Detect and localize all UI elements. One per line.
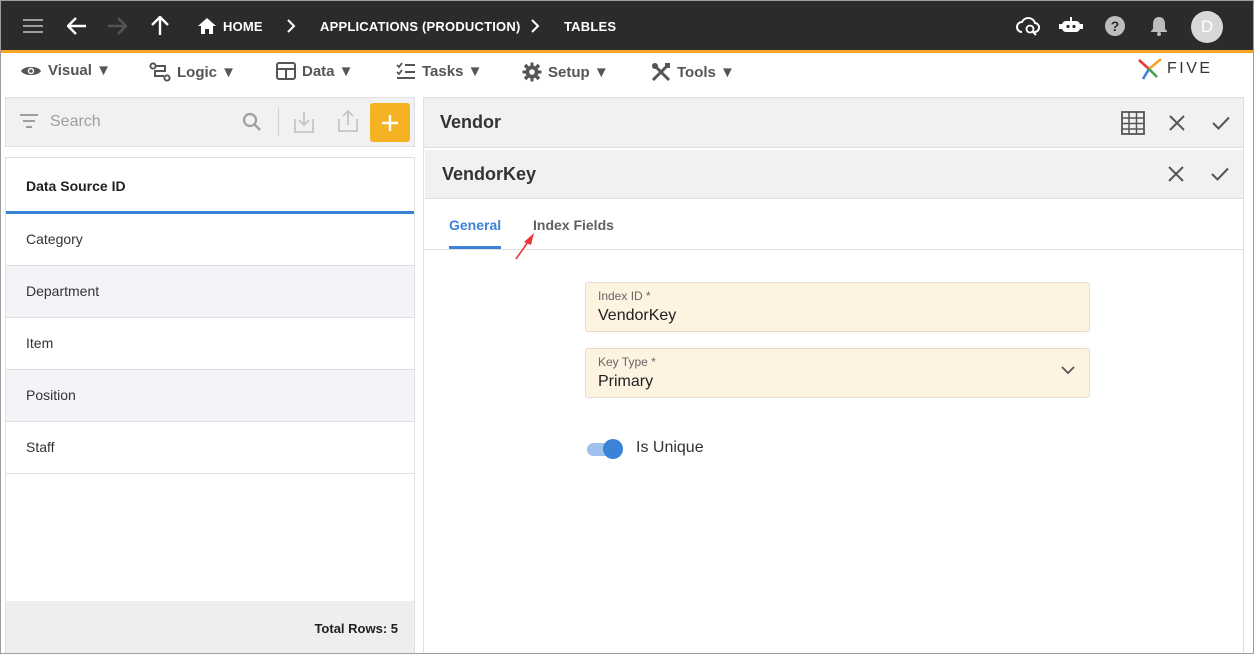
menu-logic-label: Logic ▼ xyxy=(177,63,237,81)
active-tab-indicator xyxy=(449,246,501,249)
menu-setup-label: Setup ▼ xyxy=(548,63,609,81)
svg-text:?: ? xyxy=(1111,18,1120,34)
list-item-label: Position xyxy=(26,387,76,403)
menu-visual-label: Visual ▼ xyxy=(48,62,111,79)
record-tabs: General Index Fields xyxy=(424,200,1243,260)
menu-tools-label: Tools ▼ xyxy=(677,63,735,81)
menu-tasks-label: Tasks ▼ xyxy=(422,62,483,80)
tab-general[interactable]: General xyxy=(449,217,501,233)
key-type-value: Primary xyxy=(598,373,654,390)
index-id-label: Index ID * xyxy=(598,289,651,303)
is-unique-label: Is Unique xyxy=(636,439,704,456)
up-arrow-icon[interactable] xyxy=(146,12,174,40)
eye-icon xyxy=(21,66,41,75)
grid-view-icon[interactable] xyxy=(1120,110,1146,136)
filter-icon[interactable] xyxy=(20,114,38,133)
chat-bot-icon[interactable] xyxy=(1057,12,1085,40)
cloud-sync-icon[interactable] xyxy=(1014,12,1042,40)
record-panel: Vendor VendorKey General Index Fields In… xyxy=(423,97,1244,654)
logic-flow-icon xyxy=(149,62,171,82)
help-icon[interactable]: ? xyxy=(1101,12,1129,40)
search-input[interactable]: Search xyxy=(50,113,101,131)
confirm-check-icon[interactable] xyxy=(1208,110,1234,136)
menu-setup[interactable]: Setup ▼ xyxy=(522,62,609,82)
list-column-header[interactable]: Data Source ID xyxy=(6,158,414,214)
five-logo-text: FIVE xyxy=(1167,60,1213,77)
record-title: Vendor xyxy=(440,112,502,132)
toolbar-divider xyxy=(278,108,279,136)
back-arrow-icon[interactable] xyxy=(63,12,91,40)
forward-arrow-icon[interactable] xyxy=(103,12,131,40)
export-icon[interactable] xyxy=(338,109,358,137)
gear-icon xyxy=(522,62,542,82)
notification-bell-icon[interactable] xyxy=(1145,12,1173,40)
list-item[interactable]: Staff xyxy=(6,422,414,474)
annotation-arrow-icon xyxy=(515,233,534,260)
list-item[interactable]: Department xyxy=(6,266,414,318)
top-app-bar: HOME APPLICATIONS (PRODUCTION) TABLES ? … xyxy=(0,0,1254,53)
toggle-knob xyxy=(603,439,623,459)
menu-visual[interactable]: Visual ▼ xyxy=(20,62,111,79)
vendor-header-bar: Vendor xyxy=(424,98,1243,148)
list-item[interactable]: Position xyxy=(6,370,414,422)
five-logo: FIVE xyxy=(1137,57,1213,81)
tab-index-fields[interactable]: Index Fields xyxy=(533,217,614,233)
menu-tools[interactable]: Tools ▼ xyxy=(651,62,735,82)
vendorkey-header-bar: VendorKey xyxy=(425,150,1243,199)
chevron-down-icon xyxy=(1061,366,1075,375)
chevron-right-icon xyxy=(521,12,549,40)
import-icon[interactable] xyxy=(294,111,314,138)
menu-data[interactable]: Data ▼ xyxy=(276,62,354,80)
checklist-icon xyxy=(396,62,415,79)
breadcrumb-applications[interactable]: APPLICATIONS (PRODUCTION) xyxy=(320,19,520,34)
list-item-label: Staff xyxy=(26,439,55,455)
data-source-list: Data Source ID Category Department Item … xyxy=(5,157,415,654)
breadcrumb-tables[interactable]: TABLES xyxy=(564,19,616,34)
five-logo-icon xyxy=(1138,58,1162,80)
table-grid-icon xyxy=(276,62,296,80)
breadcrumb-home[interactable]: HOME xyxy=(223,19,263,34)
list-item-label: Department xyxy=(26,283,100,299)
key-type-select[interactable]: Key Type * Primary xyxy=(585,348,1090,398)
plus-icon xyxy=(382,114,398,131)
confirm-check-icon[interactable] xyxy=(1207,161,1233,187)
close-icon[interactable] xyxy=(1163,161,1189,187)
main-menu-bar: Visual ▼ Logic ▼ Data ▼ Tasks ▼ Setup ▼ … xyxy=(0,56,1254,88)
tools-icon xyxy=(651,62,671,82)
list-header-label: Data Source ID xyxy=(26,178,126,194)
list-item-label: Category xyxy=(26,231,83,247)
list-footer: Total Rows: 5 xyxy=(6,601,414,653)
is-unique-toggle[interactable] xyxy=(586,438,624,460)
menu-logic[interactable]: Logic ▼ xyxy=(149,62,236,82)
search-toolbar: Search xyxy=(5,97,415,147)
index-id-field[interactable]: Index ID * VendorKey xyxy=(585,282,1090,332)
add-button[interactable] xyxy=(370,103,410,142)
home-icon[interactable] xyxy=(193,12,221,40)
hamburger-menu-icon[interactable] xyxy=(19,12,47,40)
list-item-label: Item xyxy=(26,335,54,351)
total-rows: Total Rows: 5 xyxy=(314,621,398,636)
list-item[interactable]: Category xyxy=(6,214,414,266)
sub-record-title: VendorKey xyxy=(442,164,537,184)
menu-data-label: Data ▼ xyxy=(302,62,354,80)
key-type-label: Key Type * xyxy=(598,355,656,369)
close-icon[interactable] xyxy=(1164,110,1190,136)
menu-tasks[interactable]: Tasks ▼ xyxy=(396,62,482,80)
chevron-right-icon xyxy=(277,12,305,40)
index-id-value: VendorKey xyxy=(598,307,677,324)
list-item[interactable]: Item xyxy=(6,318,414,370)
user-avatar[interactable]: D xyxy=(1191,11,1223,43)
search-icon[interactable] xyxy=(242,112,262,137)
